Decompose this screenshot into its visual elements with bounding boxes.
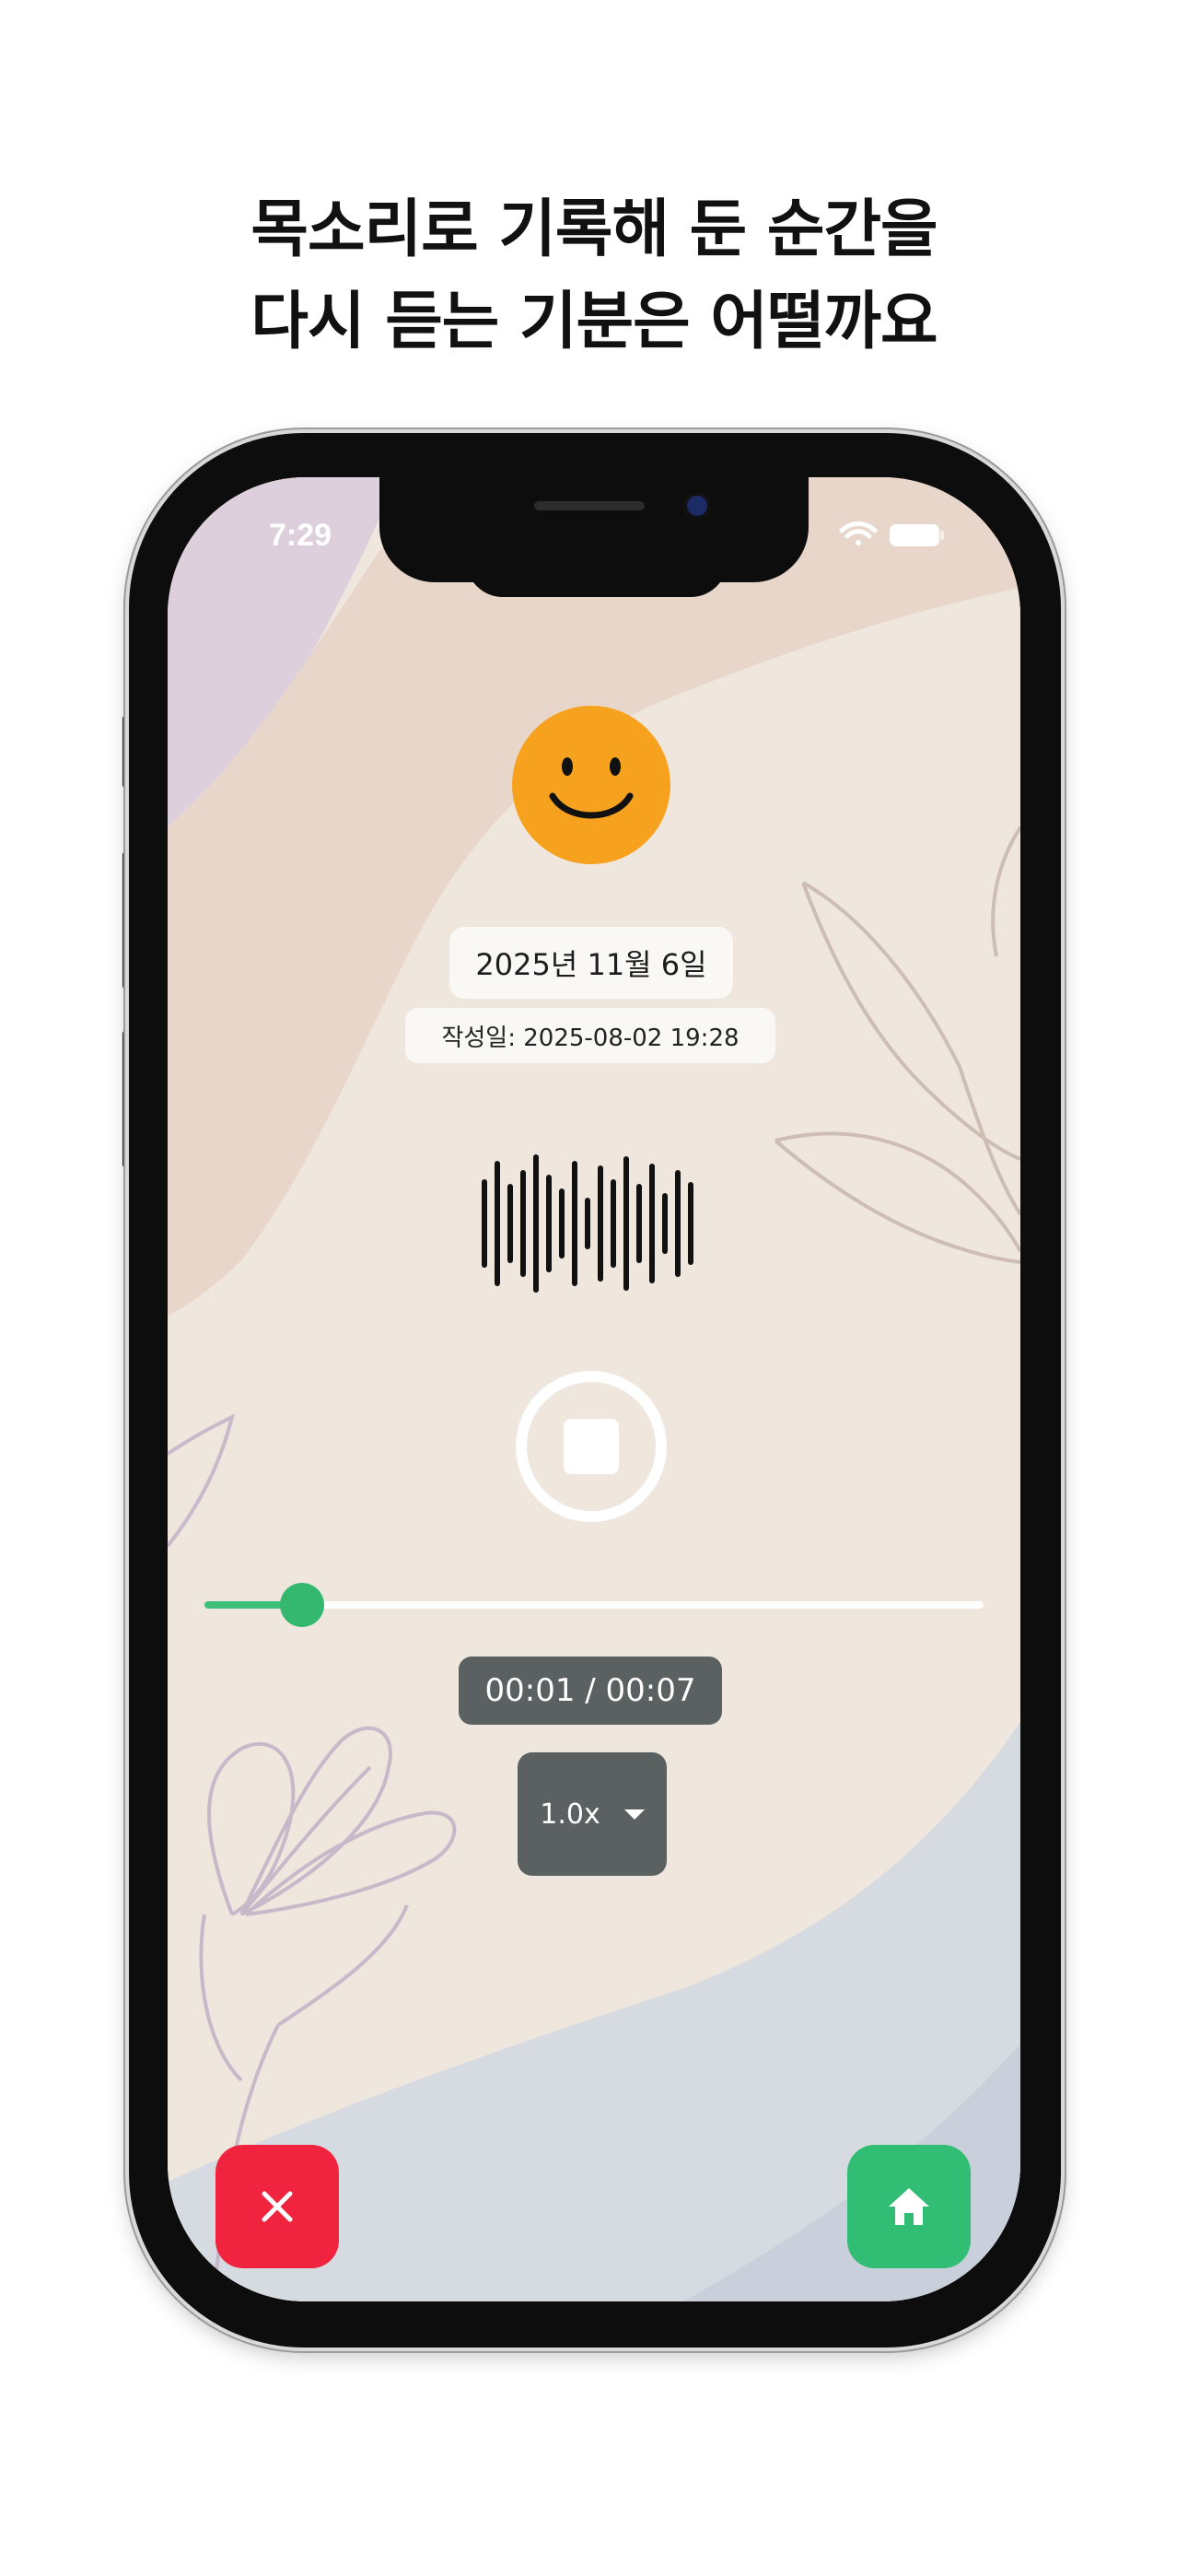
playback-speed-dropdown[interactable]: 1.0x xyxy=(518,1752,667,1876)
written-date: 작성일: 2025-08-02 19:28 xyxy=(405,1008,775,1063)
close-icon xyxy=(262,2191,293,2222)
home-icon xyxy=(889,2188,929,2225)
status-bar-time: 7:29 xyxy=(269,518,332,553)
earpiece-speaker xyxy=(534,501,645,510)
status-bar-icons xyxy=(836,516,947,556)
stop-icon xyxy=(564,1419,619,1474)
device-notch xyxy=(379,477,809,597)
front-camera xyxy=(687,496,707,516)
stop-button[interactable] xyxy=(516,1371,667,1522)
app-screen: 7:29 2025년 11월 6일 작성일: 2025-08-02 19:28 xyxy=(168,477,1020,2301)
record-date: 2025년 11월 6일 xyxy=(449,927,733,999)
wifi-icon xyxy=(839,521,878,545)
playback-progress-slider[interactable] xyxy=(204,1583,984,1627)
playback-time: 00:01 / 00:07 xyxy=(459,1657,722,1725)
battery-icon xyxy=(890,524,944,546)
smiley-face-icon xyxy=(512,706,670,864)
headline-line-1: 목소리로 기록해 둔 순간을 xyxy=(250,193,938,266)
progress-thumb[interactable] xyxy=(279,1583,324,1627)
close-button[interactable] xyxy=(215,2145,339,2268)
playback-speed-label: 1.0x xyxy=(540,1797,600,1831)
home-button[interactable] xyxy=(847,2145,971,2268)
promo-headline: 목소리로 기록해 둔 순간을 다시 듣는 기분은 어떨까요 xyxy=(0,184,1188,369)
headline-line-2: 다시 듣는 기분은 어떨까요 xyxy=(250,286,938,358)
caret-down-icon xyxy=(623,1809,645,1820)
voice-waveform-icon xyxy=(482,1154,693,1293)
